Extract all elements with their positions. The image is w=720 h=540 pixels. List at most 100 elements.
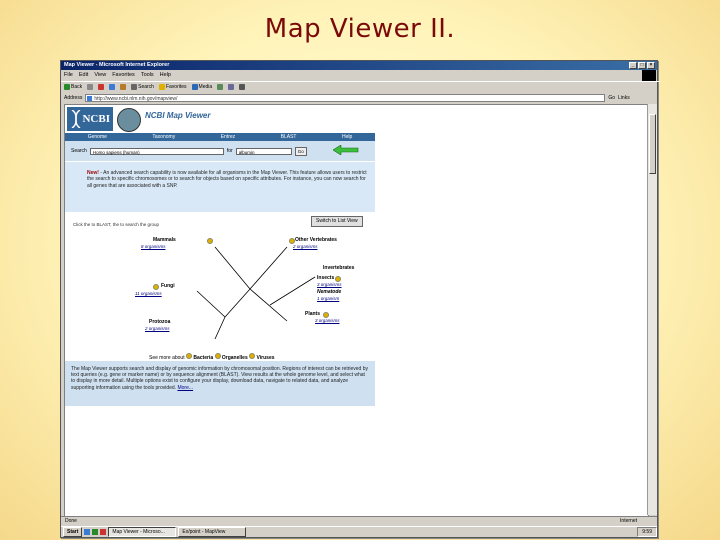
system-clock: 9:59 — [637, 527, 657, 537]
vertebrates-count[interactable]: 2 organisms — [293, 244, 318, 249]
status-text: Done — [65, 518, 77, 524]
media-icon — [191, 84, 198, 90]
address-label: Address — [64, 94, 83, 101]
menu-help[interactable]: Help — [160, 71, 171, 80]
history-icon — [217, 84, 224, 90]
search-row: Search Homo sapiens (human) for albumin … — [65, 141, 375, 161]
app-title: NCBI Map Viewer — [145, 111, 211, 120]
minimize-button[interactable]: _ — [629, 62, 637, 69]
windows-logo-icon — [642, 70, 656, 81]
tree-plants[interactable]: Plants — [305, 311, 320, 317]
desktop-quicklaunch-icon[interactable] — [92, 529, 99, 535]
news-text: - An advanced search capability is now a… — [87, 170, 367, 189]
pointer-arrow-icon — [333, 145, 359, 155]
footer-text: The Map Viewer supports search and displ… — [71, 366, 369, 391]
bacteria-icon — [185, 353, 192, 359]
ie-quicklaunch-icon[interactable] — [84, 529, 91, 535]
browser-screenshot: Map Viewer - Microsoft Internet Explorer… — [60, 60, 660, 538]
maximize-button[interactable]: □ — [638, 62, 646, 69]
nav-blast[interactable]: BLAST — [281, 133, 297, 141]
star-icon — [158, 84, 165, 90]
click-hint: Click the to BLAST, the to search the gr… — [73, 222, 160, 227]
security-zone: Internet — [620, 518, 637, 524]
menu-file[interactable]: File — [64, 71, 73, 80]
task-map-viewer[interactable]: Map Viewer - Microso... — [108, 527, 177, 537]
start-button[interactable]: Start — [63, 527, 83, 537]
organism-select[interactable]: Homo sapiens (human) — [89, 147, 224, 155]
globe-icon — [117, 108, 141, 132]
taskbar: Start Map Viewer - Microso... Ex/point -… — [61, 526, 657, 537]
menu-edit[interactable]: Edit — [79, 71, 88, 80]
tree-mammals[interactable]: Mammals — [153, 237, 176, 243]
slide-title: Map Viewer II. — [264, 14, 456, 44]
nav-entrez[interactable]: Entrez — [221, 133, 235, 141]
home-icon — [120, 84, 127, 90]
window-title: Map Viewer - Microsoft Internet Explorer — [64, 62, 170, 68]
tree-protozoa[interactable]: Protozoa — [149, 319, 170, 325]
page-viewport: NCBI NCBI Map Viewer Genome Taxonomy Ent… — [64, 104, 649, 517]
printer-icon — [239, 84, 246, 90]
home-button[interactable] — [120, 82, 127, 92]
search-button[interactable]: Search — [131, 82, 154, 92]
app-quicklaunch-icon[interactable] — [100, 529, 107, 535]
tree-nematode[interactable]: Nematode — [317, 289, 341, 295]
tree-insects[interactable]: Insects — [317, 275, 334, 281]
nav-help[interactable]: Help — [342, 133, 352, 141]
menu-favorites[interactable]: Favorites — [112, 71, 135, 80]
fungi-count[interactable]: 11 organisms — [135, 291, 162, 296]
vertical-scrollbar[interactable] — [647, 104, 657, 515]
search-go-button[interactable]: Go — [294, 146, 307, 156]
refresh-button[interactable] — [109, 82, 116, 92]
blast-fungi-icon[interactable] — [153, 284, 159, 290]
dna-helix-icon — [71, 110, 81, 128]
toolbar: Back Search Favorites Media — [61, 81, 660, 92]
mail-button[interactable] — [228, 82, 235, 92]
viruses-icon — [249, 353, 256, 359]
menu-view[interactable]: View — [94, 71, 106, 80]
insects-count[interactable]: 3 organisms — [317, 282, 342, 287]
mail-icon — [228, 84, 235, 90]
scroll-thumb[interactable] — [649, 114, 656, 174]
more-link[interactable]: More... — [177, 385, 193, 391]
for-label: for — [226, 148, 233, 154]
print-button[interactable] — [239, 82, 246, 92]
refresh-icon — [109, 84, 116, 90]
favorites-button[interactable]: Favorites — [158, 82, 187, 92]
nematode-count[interactable]: 1 organism — [317, 296, 339, 301]
protozoa-count[interactable]: 2 organisms — [145, 326, 170, 331]
organelles-icon — [214, 353, 221, 359]
address-bar: Address http://www.ncbi.nlm.nih.gov/mapv… — [61, 92, 657, 103]
search-icon — [131, 84, 138, 90]
stop-button[interactable] — [98, 82, 105, 92]
menu-tools[interactable]: Tools — [141, 71, 154, 80]
mammals-count[interactable]: 8 organisms — [141, 244, 166, 249]
see-more-links: See more about Bacteria Organelles Virus… — [149, 353, 275, 361]
nav-taxonomy[interactable]: Taxonomy — [152, 133, 175, 141]
tree-invertebrates[interactable]: Invertebrates — [323, 265, 354, 271]
address-input[interactable]: http://www.ncbi.nlm.nih.gov/mapview/ — [85, 93, 606, 102]
history-button[interactable] — [217, 82, 224, 92]
switch-list-view-button[interactable]: Switch to List View — [311, 216, 363, 227]
tree-fungi[interactable]: Fungi — [161, 283, 175, 289]
menu-bar: File Edit View Favorites Tools Help — [61, 71, 644, 80]
links-label[interactable]: Links — [618, 95, 630, 101]
window-titlebar: Map Viewer - Microsoft Internet Explorer… — [61, 61, 657, 70]
search-input[interactable]: albumin — [235, 147, 292, 155]
back-arrow-icon — [64, 84, 70, 90]
go-button[interactable]: Go — [608, 95, 615, 101]
media-button[interactable]: Media — [191, 82, 212, 92]
forward-button[interactable] — [87, 82, 94, 92]
back-button[interactable]: Back — [64, 82, 82, 92]
stop-icon — [98, 84, 105, 90]
blast-mammals-icon[interactable] — [207, 238, 213, 244]
tree-other-vertebrates[interactable]: Other Vertebrates — [295, 237, 337, 243]
footer-description: The Map Viewer supports search and displ… — [65, 361, 375, 406]
plants-count[interactable]: 3 organisms — [315, 318, 340, 323]
ncbi-logo[interactable]: NCBI — [67, 107, 113, 131]
status-bar: Done Internet — [61, 516, 657, 525]
task-powerpoint[interactable]: Ex/point - MapView — [178, 527, 247, 537]
news-box: New! - An advanced search capability is … — [65, 162, 375, 212]
new-badge: New! — [87, 170, 99, 176]
nav-genome[interactable]: Genome — [88, 133, 107, 141]
close-button[interactable]: × — [647, 62, 655, 69]
